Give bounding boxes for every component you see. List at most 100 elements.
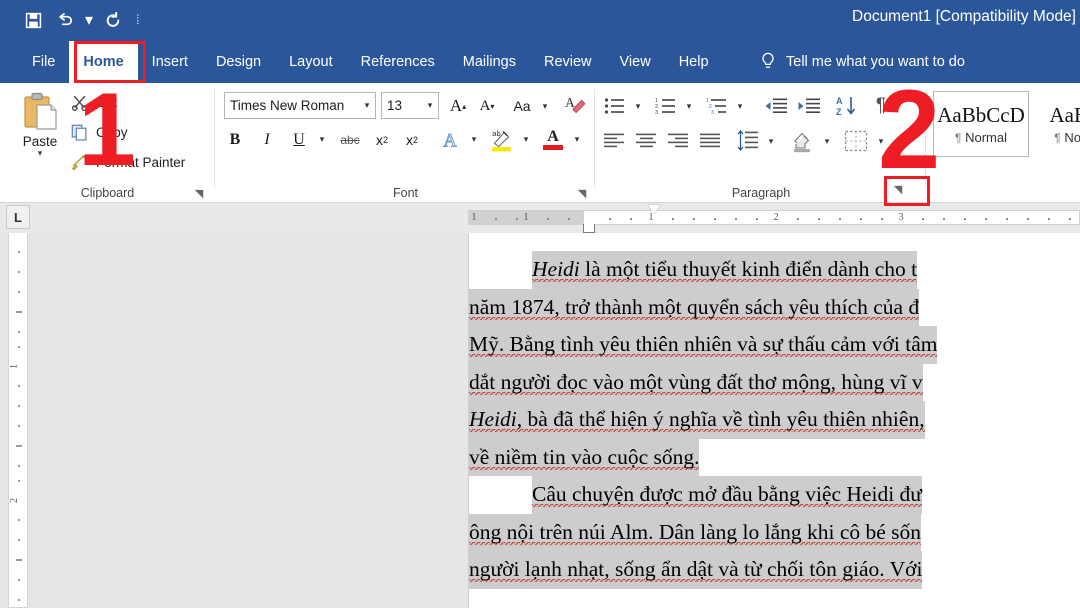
align-right-icon[interactable] <box>666 129 692 153</box>
tab-references[interactable]: References <box>347 41 449 83</box>
strikethrough-icon[interactable]: abc <box>336 129 364 151</box>
tab-view[interactable]: View <box>606 41 665 83</box>
save-icon[interactable] <box>18 6 48 34</box>
style-name: ¶ No Spa <box>1054 130 1080 145</box>
tab-help[interactable]: Help <box>665 41 723 83</box>
svg-text:ab: ab <box>492 129 500 138</box>
decrease-indent-icon[interactable] <box>762 94 790 118</box>
doc-line-italic: Heidi <box>469 407 517 434</box>
underline-dropdown-icon[interactable]: ▾ <box>315 130 329 148</box>
change-case-icon[interactable]: Aa <box>508 95 536 117</box>
chevron-down-icon[interactable]: ▾ <box>422 100 438 111</box>
shrink-font-icon[interactable]: A▾ <box>475 94 499 118</box>
ruler-mark: 1 <box>9 364 20 369</box>
bullets-dropdown-icon[interactable]: ▾ <box>631 97 645 115</box>
vertical-ruler[interactable]: 1 2 <box>8 233 28 608</box>
doc-line: Heidi là một tiểu thuyết kinh điển dành … <box>469 251 1080 289</box>
tab-home[interactable]: Home <box>69 41 137 83</box>
chevron-down-icon[interactable]: ▾ <box>359 100 375 111</box>
tab-review[interactable]: Review <box>530 41 606 83</box>
style-preview: AaBbCcD <box>937 103 1025 128</box>
quick-access-toolbar: ▾ ⁞ <box>18 5 139 35</box>
customize-qat-icon[interactable]: ⁞ <box>136 6 139 34</box>
tab-file[interactable]: File <box>18 41 69 83</box>
align-center-icon[interactable] <box>634 129 660 153</box>
clear-formatting-icon[interactable]: A <box>562 93 588 119</box>
doc-line-text: Câu chuyện được mở đầu bằng việc Heidi đ… <box>532 482 922 509</box>
svg-text:A: A <box>836 96 843 106</box>
multilevel-list-icon[interactable]: 1 2 3 <box>704 94 730 118</box>
doc-line: về niềm tin vào cuộc sống. <box>469 439 1080 477</box>
style-card-no-spacing[interactable]: AaBbC ¶ No Spa <box>1033 91 1080 157</box>
font-dialog-launcher[interactable]: ◥ <box>574 185 590 201</box>
group-clipboard: Paste ▾ Cut <box>0 83 215 203</box>
undo-dropdown-icon[interactable]: ▾ <box>82 6 96 34</box>
tab-insert[interactable]: Insert <box>138 41 202 83</box>
align-left-icon[interactable] <box>602 129 628 153</box>
underline-icon[interactable]: U <box>286 127 312 153</box>
clipboard-dialog-launcher[interactable]: ◥ <box>191 185 207 201</box>
increase-indent-icon[interactable] <box>795 94 823 118</box>
superscript-icon[interactable]: x2 <box>399 127 425 153</box>
format-painter-icon <box>70 153 89 172</box>
first-line-indent-marker[interactable] <box>648 205 660 214</box>
change-case-dropdown-icon[interactable]: ▾ <box>538 97 552 115</box>
document-page[interactable]: Heidi là một tiểu thuyết kinh điển dành … <box>468 233 1080 608</box>
text-effects-icon[interactable]: A <box>438 127 464 153</box>
paragraph-dialog-launcher[interactable]: ◥ <box>890 181 906 197</box>
doc-line: năm 1874, trở thành một quyển sách yêu t… <box>469 289 1080 327</box>
ruler-track[interactable]: 1 1 1 2 3 <box>468 210 1080 225</box>
bullets-icon[interactable] <box>602 94 628 118</box>
doc-line-text: , bà đã thể hiện ý nghĩa về tình yêu thi… <box>517 407 925 434</box>
borders-icon[interactable] <box>842 128 870 154</box>
doc-line: dắt người đọc vào một vùng đất thơ mộng,… <box>469 364 1080 402</box>
text-highlight-icon[interactable]: ab <box>488 125 516 153</box>
font-size-combobox[interactable]: 13 ▾ <box>381 92 439 119</box>
doc-line-text: dắt người đọc vào một vùng đất thơ mộng,… <box>469 370 923 397</box>
document-text[interactable]: Heidi là một tiểu thuyết kinh điển dành … <box>469 251 1080 589</box>
tab-stop-selector[interactable]: L <box>6 205 30 229</box>
sort-icon[interactable]: A Z <box>833 93 861 119</box>
borders-dropdown-icon[interactable]: ▾ <box>874 132 888 150</box>
tab-design[interactable]: Design <box>202 41 275 83</box>
bold-icon[interactable]: B <box>222 127 248 153</box>
doc-line: Câu chuyện được mở đầu bằng việc Heidi đ… <box>469 476 1080 514</box>
copy-label: Copy <box>96 125 128 140</box>
line-spacing-icon[interactable] <box>735 128 761 154</box>
paste-icon <box>20 91 60 133</box>
numbering-dropdown-icon[interactable]: ▾ <box>682 97 696 115</box>
subscript-icon[interactable]: x2 <box>369 127 395 153</box>
tab-layout[interactable]: Layout <box>275 41 347 83</box>
justify-icon[interactable] <box>698 129 724 153</box>
tell-me-box[interactable]: Tell me what you want to do <box>760 41 965 83</box>
line-spacing-dropdown-icon[interactable]: ▾ <box>764 132 778 150</box>
style-card-normal[interactable]: AaBbCcD ¶ Normal <box>933 91 1029 157</box>
tab-mailings[interactable]: Mailings <box>449 41 530 83</box>
paste-button[interactable]: Paste ▾ <box>12 91 68 157</box>
show-formatting-marks-icon[interactable]: ¶ <box>868 93 894 119</box>
cut-button[interactable]: Cut <box>70 93 117 112</box>
horizontal-ruler[interactable]: L 1 1 1 2 3 <box>0 203 1080 233</box>
cut-label: Cut <box>96 95 117 110</box>
svg-text:Z: Z <box>836 107 842 117</box>
left-indent-marker[interactable] <box>583 224 595 233</box>
text-effects-dropdown-icon[interactable]: ▾ <box>467 130 481 148</box>
paste-dropdown-icon[interactable]: ▾ <box>38 150 43 157</box>
doc-line-text: người lạnh nhạt, sống ẩn dật và từ chối … <box>469 557 922 584</box>
multilevel-list-dropdown-icon[interactable]: ▾ <box>733 97 747 115</box>
redo-icon[interactable] <box>98 6 128 34</box>
font-name-combobox[interactable]: Times New Roman ▾ <box>224 92 376 119</box>
italic-icon[interactable]: I <box>254 127 280 153</box>
word-window: ▾ ⁞ Document1 [Compatibility Mode] File … <box>0 0 1080 608</box>
text-highlight-dropdown-icon[interactable]: ▾ <box>519 130 533 148</box>
font-color-icon[interactable]: A <box>539 125 567 153</box>
font-color-dropdown-icon[interactable]: ▾ <box>570 130 584 148</box>
svg-text:3: 3 <box>711 110 714 115</box>
copy-button[interactable]: Copy <box>70 123 128 142</box>
undo-icon[interactable] <box>50 6 80 34</box>
grow-font-icon[interactable]: A▴ <box>446 94 470 118</box>
format-painter-button[interactable]: Format Painter <box>70 153 185 172</box>
shading-icon[interactable] <box>788 128 816 154</box>
shading-dropdown-icon[interactable]: ▾ <box>820 132 834 150</box>
numbering-icon[interactable]: 1 2 3 <box>653 94 679 118</box>
